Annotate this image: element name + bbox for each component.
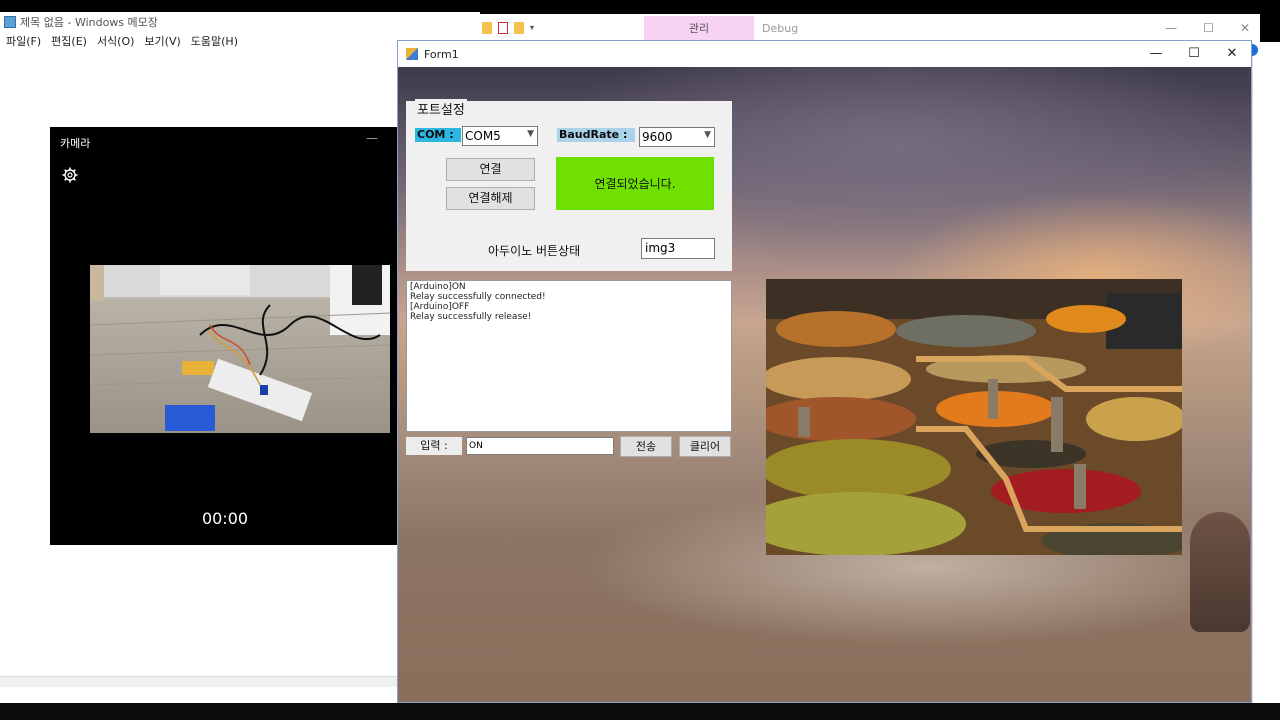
form1-close-button[interactable]: ✕ (1213, 41, 1251, 67)
camera-minimize-button[interactable]: — (366, 131, 378, 145)
connect-button[interactable]: 연결 (446, 158, 535, 181)
close-button[interactable]: ✕ (1240, 21, 1250, 35)
serial-log-textbox[interactable]: [Arduino]ON Relay successfully connected… (406, 280, 732, 432)
baudrate-select[interactable]: 9600 ▼ (639, 127, 715, 147)
log-line: Relay successfully connected! (410, 292, 546, 302)
form1-window: Form1 — ☐ ✕ 포트설정 COM : COM5 ▼ BaudRate :… (397, 40, 1252, 703)
notepad-title: 제목 없음 - Windows 메모장 (20, 16, 158, 29)
chevron-down-icon: ▼ (527, 129, 534, 139)
maximize-button[interactable]: ☐ (1203, 21, 1214, 35)
clear-button[interactable]: 클리어 (679, 436, 731, 457)
port-settings-title: 포트설정 (415, 99, 467, 118)
connection-status-panel: 연결되었습니다. (556, 157, 714, 210)
arduino-button-state-field[interactable]: img3 (641, 238, 715, 259)
port-settings-group: 포트설정 COM : COM5 ▼ BaudRate : 9600 ▼ 연결 연… (406, 99, 732, 271)
explorer-window-controls: — ☐ ✕ (1165, 14, 1250, 42)
log-line: [Arduino]OFF (410, 302, 470, 312)
send-button[interactable]: 전송 (620, 436, 672, 457)
arduino-button-state-label: 아두이노 버튼상태 (488, 244, 581, 258)
top-letterbox (0, 0, 1280, 12)
com-label: COM : (415, 128, 461, 142)
connection-status-text: 연결되었습니다. (594, 177, 676, 191)
properties-icon[interactable] (498, 22, 508, 34)
notepad-icon (4, 16, 16, 28)
log-line: Relay successfully release! (410, 312, 532, 322)
gear-icon[interactable] (62, 167, 78, 183)
disconnect-button[interactable]: 연결해제 (446, 187, 535, 210)
input-label: 입력 : (406, 437, 462, 455)
debug-label: Debug (762, 21, 799, 35)
com-port-select[interactable]: COM5 ▼ (462, 126, 538, 146)
menu-help[interactable]: 도움말(H) (191, 33, 238, 49)
beach-background-image: 포트설정 COM : COM5 ▼ BaudRate : 9600 ▼ 연결 연… (398, 67, 1251, 702)
spice-market-picture (766, 279, 1182, 555)
chevron-down-icon[interactable]: ▾ (530, 22, 538, 34)
menu-edit[interactable]: 편집(E) (51, 33, 87, 49)
tab-manage[interactable]: 관리 (644, 16, 754, 40)
camera-preview-image (90, 265, 390, 433)
menu-view[interactable]: 보기(V) (144, 33, 180, 49)
menu-format[interactable]: 서식(O) (97, 33, 134, 49)
taskbar-strip (0, 703, 1280, 720)
background-window-edge (1252, 42, 1280, 703)
log-line: [Arduino]ON (410, 282, 466, 292)
form1-title: Form1 (424, 47, 459, 61)
baudrate-value: 9600 (642, 130, 673, 144)
form1-window-controls: — ☐ ✕ (1137, 41, 1251, 67)
chevron-down-icon: ▼ (704, 130, 711, 140)
camera-title: 카메라 (60, 137, 91, 150)
form-icon (406, 48, 418, 60)
command-input[interactable]: ON (466, 437, 614, 455)
recording-timer: 00:00 (201, 509, 249, 528)
notepad-titlebar: 제목 없음 - Windows 메모장 (0, 12, 480, 32)
baudrate-label: BaudRate : (557, 128, 635, 142)
new-folder-icon[interactable] (514, 22, 524, 34)
camera-window: 카메라 — 00:00 (50, 127, 400, 545)
folder-icon[interactable] (482, 22, 492, 34)
com-port-value: COM5 (465, 129, 501, 143)
form1-minimize-button[interactable]: — (1137, 41, 1175, 67)
quick-access-toolbar: ▾ (474, 22, 538, 34)
form1-maximize-button[interactable]: ☐ (1175, 41, 1213, 67)
menu-file[interactable]: 파일(F) (6, 33, 41, 49)
background-rock (1190, 512, 1250, 632)
minimize-button[interactable]: — (1165, 21, 1177, 35)
form1-titlebar: Form1 — ☐ ✕ (398, 41, 1251, 67)
explorer-window-strip: ▾ 관리 Debug — ☐ ✕ (474, 14, 1260, 43)
